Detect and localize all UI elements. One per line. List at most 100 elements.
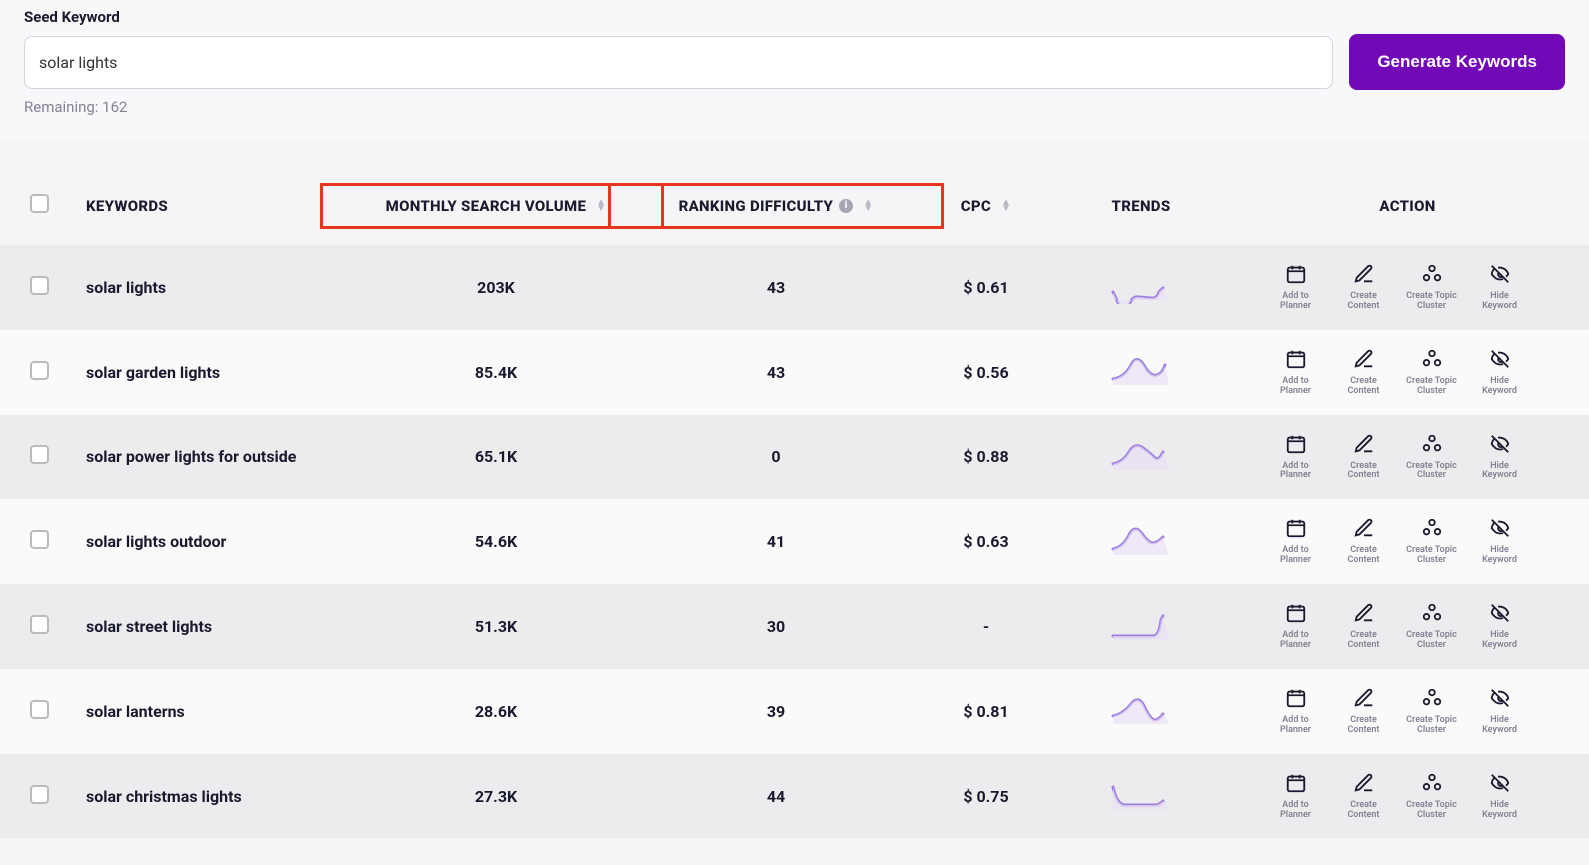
keyword-cell: solar christmas lights	[86, 787, 356, 806]
action-create_topic_cluster[interactable]: Create Topic Cluster	[1406, 348, 1458, 397]
cluster-icon	[1421, 602, 1443, 628]
difficulty-cell: 43	[636, 363, 916, 382]
action-label: Create Content	[1338, 801, 1390, 821]
row-checkbox[interactable]	[30, 700, 86, 723]
table-row: solar power lights for outside 65.1K 0 $…	[0, 415, 1589, 500]
action-label: Create Topic Cluster	[1406, 801, 1458, 821]
action-create_content[interactable]: Create Content	[1338, 433, 1390, 482]
eyeoff-icon	[1489, 263, 1511, 289]
trend-cell	[1056, 525, 1226, 559]
action-create_topic_cluster[interactable]: Create Topic Cluster	[1406, 433, 1458, 482]
row-checkbox[interactable]	[30, 615, 86, 638]
difficulty-cell: 44	[636, 787, 916, 806]
action-add_to_planner[interactable]: Add to Planner	[1270, 687, 1322, 736]
action-create_topic_cluster[interactable]: Create Topic Cluster	[1406, 602, 1458, 651]
action-create_content[interactable]: Create Content	[1338, 517, 1390, 566]
action-label: Hide Keyword	[1474, 377, 1526, 397]
action-create_topic_cluster[interactable]: Create Topic Cluster	[1406, 263, 1458, 312]
edit-icon	[1353, 433, 1375, 459]
header-keywords[interactable]: KEYWORDS	[86, 197, 356, 215]
header-cpc[interactable]: CPC ▲▼	[916, 197, 1056, 215]
action-add_to_planner[interactable]: Add to Planner	[1270, 772, 1322, 821]
action-create_topic_cluster[interactable]: Create Topic Cluster	[1406, 772, 1458, 821]
cpc-cell: $ 0.88	[916, 447, 1056, 466]
calendar-icon	[1285, 348, 1307, 374]
header-difficulty[interactable]: RANKING DIFFICULTY i ▲▼	[636, 197, 916, 215]
edit-icon	[1353, 602, 1375, 628]
cluster-icon	[1421, 433, 1443, 459]
action-hide_keyword[interactable]: Hide Keyword	[1474, 433, 1526, 482]
edit-icon	[1353, 348, 1375, 374]
action-add_to_planner[interactable]: Add to Planner	[1270, 263, 1322, 312]
action-add_to_planner[interactable]: Add to Planner	[1270, 348, 1322, 397]
action-label: Hide Keyword	[1474, 631, 1526, 651]
header-volume[interactable]: MONTHLY SEARCH VOLUME ▲▼	[356, 197, 636, 215]
action-label: Add to Planner	[1270, 716, 1322, 736]
action-hide_keyword[interactable]: Hide Keyword	[1474, 772, 1526, 821]
action-label: Hide Keyword	[1474, 716, 1526, 736]
header-trends: TRENDS	[1056, 197, 1226, 215]
row-checkbox[interactable]	[30, 361, 86, 384]
action-create_content[interactable]: Create Content	[1338, 687, 1390, 736]
eyeoff-icon	[1489, 433, 1511, 459]
action-create_content[interactable]: Create Content	[1338, 263, 1390, 312]
action-add_to_planner[interactable]: Add to Planner	[1270, 433, 1322, 482]
table-row: solar garden lights 85.4K 43 $ 0.56 Add …	[0, 330, 1589, 415]
volume-cell: 65.1K	[356, 447, 636, 466]
calendar-icon	[1285, 433, 1307, 459]
table-row: solar christmas lights 27.3K 44 $ 0.75 A…	[0, 754, 1589, 839]
action-label: Add to Planner	[1270, 546, 1322, 566]
generate-keywords-button[interactable]: Generate Keywords	[1349, 34, 1565, 90]
trend-cell	[1056, 440, 1226, 474]
difficulty-cell: 43	[636, 278, 916, 297]
action-label: Create Topic Cluster	[1406, 716, 1458, 736]
eyeoff-icon	[1489, 687, 1511, 713]
action-label: Add to Planner	[1270, 631, 1322, 651]
calendar-icon	[1285, 263, 1307, 289]
action-label: Create Content	[1338, 631, 1390, 651]
action-create_content[interactable]: Create Content	[1338, 772, 1390, 821]
action-add_to_planner[interactable]: Add to Planner	[1270, 517, 1322, 566]
select-all-checkbox[interactable]	[30, 194, 86, 217]
row-checkbox[interactable]	[30, 276, 86, 299]
table-row: solar lanterns 28.6K 39 $ 0.81 Add to Pl…	[0, 669, 1589, 754]
row-checkbox[interactable]	[30, 445, 86, 468]
trend-cell	[1056, 694, 1226, 728]
actions-cell: Add to Planner Create Content Create Top…	[1226, 433, 1589, 482]
keyword-cell: solar garden lights	[86, 363, 356, 382]
action-label: Create Topic Cluster	[1406, 462, 1458, 482]
action-hide_keyword[interactable]: Hide Keyword	[1474, 263, 1526, 312]
trend-cell	[1056, 610, 1226, 644]
action-label: Add to Planner	[1270, 801, 1322, 821]
highlight-difficulty	[608, 183, 944, 229]
action-label: Create Topic Cluster	[1406, 292, 1458, 312]
keyword-cell: solar lights outdoor	[86, 532, 356, 551]
action-hide_keyword[interactable]: Hide Keyword	[1474, 517, 1526, 566]
volume-cell: 85.4K	[356, 363, 636, 382]
action-add_to_planner[interactable]: Add to Planner	[1270, 602, 1322, 651]
action-hide_keyword[interactable]: Hide Keyword	[1474, 687, 1526, 736]
cluster-icon	[1421, 263, 1443, 289]
action-create_topic_cluster[interactable]: Create Topic Cluster	[1406, 517, 1458, 566]
actions-cell: Add to Planner Create Content Create Top…	[1226, 602, 1589, 651]
action-label: Create Topic Cluster	[1406, 377, 1458, 397]
action-hide_keyword[interactable]: Hide Keyword	[1474, 602, 1526, 651]
row-checkbox[interactable]	[30, 785, 86, 808]
table-header: KEYWORDS MONTHLY SEARCH VOLUME ▲▼ RANKIN…	[0, 166, 1589, 245]
action-label: Hide Keyword	[1474, 546, 1526, 566]
keyword-cell: solar street lights	[86, 617, 356, 636]
action-label: Hide Keyword	[1474, 292, 1526, 312]
action-create_topic_cluster[interactable]: Create Topic Cluster	[1406, 687, 1458, 736]
volume-cell: 54.6K	[356, 532, 636, 551]
actions-cell: Add to Planner Create Content Create Top…	[1226, 517, 1589, 566]
action-create_content[interactable]: Create Content	[1338, 602, 1390, 651]
seed-input[interactable]	[24, 36, 1333, 89]
row-checkbox[interactable]	[30, 530, 86, 553]
cpc-cell: $ 0.81	[916, 702, 1056, 721]
action-hide_keyword[interactable]: Hide Keyword	[1474, 348, 1526, 397]
eyeoff-icon	[1489, 517, 1511, 543]
eyeoff-icon	[1489, 772, 1511, 798]
cluster-icon	[1421, 348, 1443, 374]
action-create_content[interactable]: Create Content	[1338, 348, 1390, 397]
difficulty-cell: 41	[636, 532, 916, 551]
